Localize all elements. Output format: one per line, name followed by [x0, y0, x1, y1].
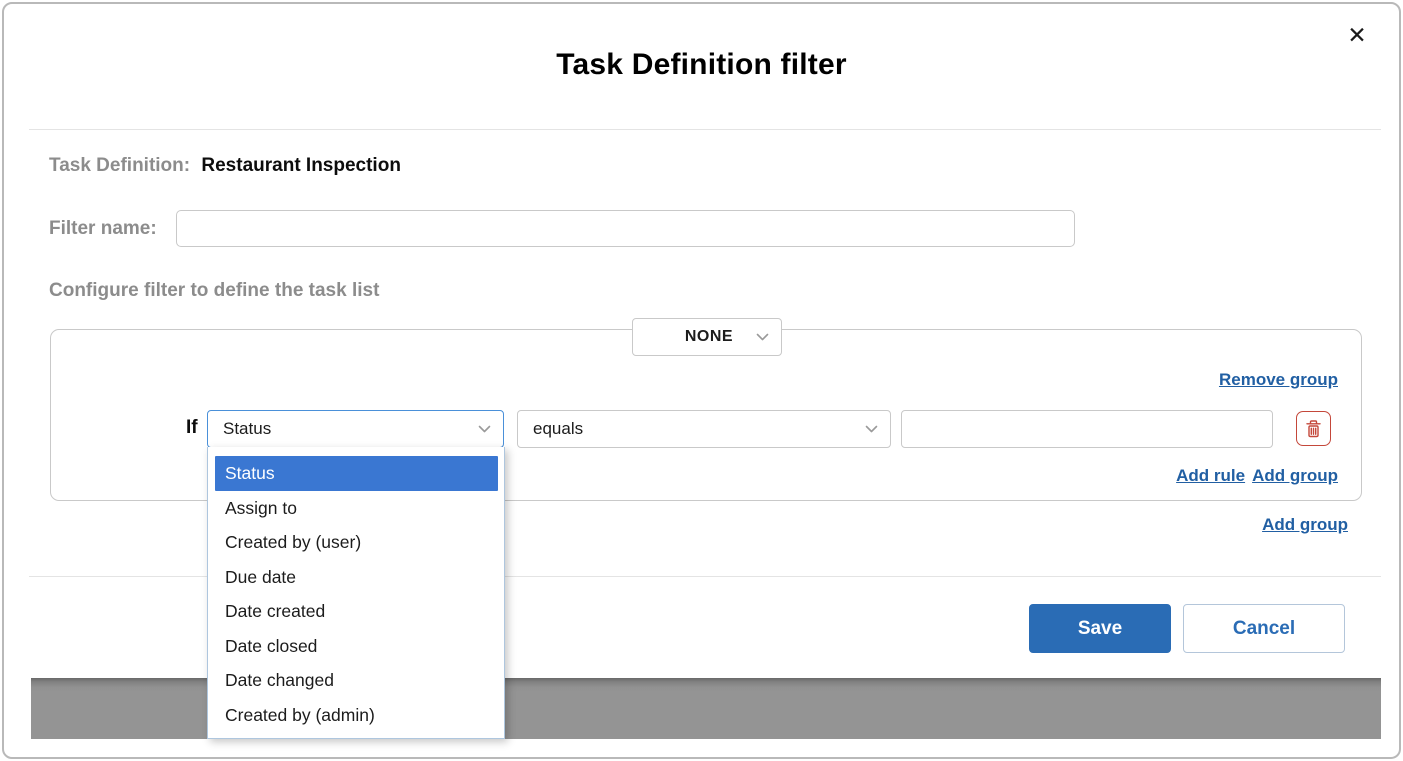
dropdown-option[interactable]: Created by (admin): [208, 698, 504, 733]
close-button[interactable]: ✕: [1340, 18, 1374, 52]
rule-field-value: Status: [223, 419, 271, 439]
task-definition-label: Task Definition:: [49, 155, 190, 176]
add-group-link[interactable]: Add group: [1252, 466, 1338, 486]
add-rule-link[interactable]: Add rule: [1176, 466, 1245, 486]
remove-group-link[interactable]: Remove group: [1219, 370, 1338, 390]
chevron-down-icon: [756, 333, 769, 341]
dropdown-option[interactable]: Date created: [208, 594, 504, 629]
rule-field-select[interactable]: Status: [207, 410, 504, 448]
header-divider: [29, 129, 1381, 130]
dropdown-option[interactable]: Status: [215, 456, 498, 491]
close-icon: ✕: [1347, 22, 1366, 48]
filter-name-label: Filter name:: [49, 218, 157, 240]
save-button[interactable]: Save: [1029, 604, 1171, 653]
task-definition-value: Restaurant Inspection: [201, 155, 401, 176]
dropdown-option[interactable]: Date changed: [208, 663, 504, 698]
dropdown-option[interactable]: Due date: [208, 560, 504, 595]
chevron-down-icon: [865, 425, 878, 433]
outer-add-group-link[interactable]: Add group: [1262, 515, 1348, 535]
delete-rule-button[interactable]: [1296, 411, 1331, 446]
trash-icon: [1304, 419, 1323, 439]
field-dropdown: StatusAssign toCreated by (user)Due date…: [207, 447, 505, 739]
dropdown-option[interactable]: Created by (user): [208, 525, 504, 560]
rule-operator-select[interactable]: equals: [517, 410, 891, 448]
cancel-button[interactable]: Cancel: [1183, 604, 1345, 653]
dropdown-option[interactable]: Assign to: [208, 491, 504, 526]
modal-dialog: ✕ Task Definition filter Task Definition…: [2, 2, 1401, 759]
rule-operator-value: equals: [533, 419, 583, 439]
configure-hint: Configure filter to define the task list: [49, 280, 379, 302]
conjunction-select[interactable]: NONE: [632, 318, 782, 356]
field-dropdown-list: StatusAssign toCreated by (user)Due date…: [208, 447, 504, 732]
page-title: Task Definition filter: [4, 48, 1399, 82]
conjunction-value: NONE: [663, 328, 733, 346]
filter-name-input[interactable]: [176, 210, 1075, 247]
rule-links-row: Add rule Add group: [1176, 466, 1338, 486]
chevron-down-icon: [478, 425, 491, 433]
task-definition-row: Task Definition: Restaurant Inspection: [49, 155, 401, 177]
if-label: If: [186, 417, 198, 439]
rule-value-input[interactable]: [901, 410, 1273, 448]
dropdown-option[interactable]: Date closed: [208, 629, 504, 664]
